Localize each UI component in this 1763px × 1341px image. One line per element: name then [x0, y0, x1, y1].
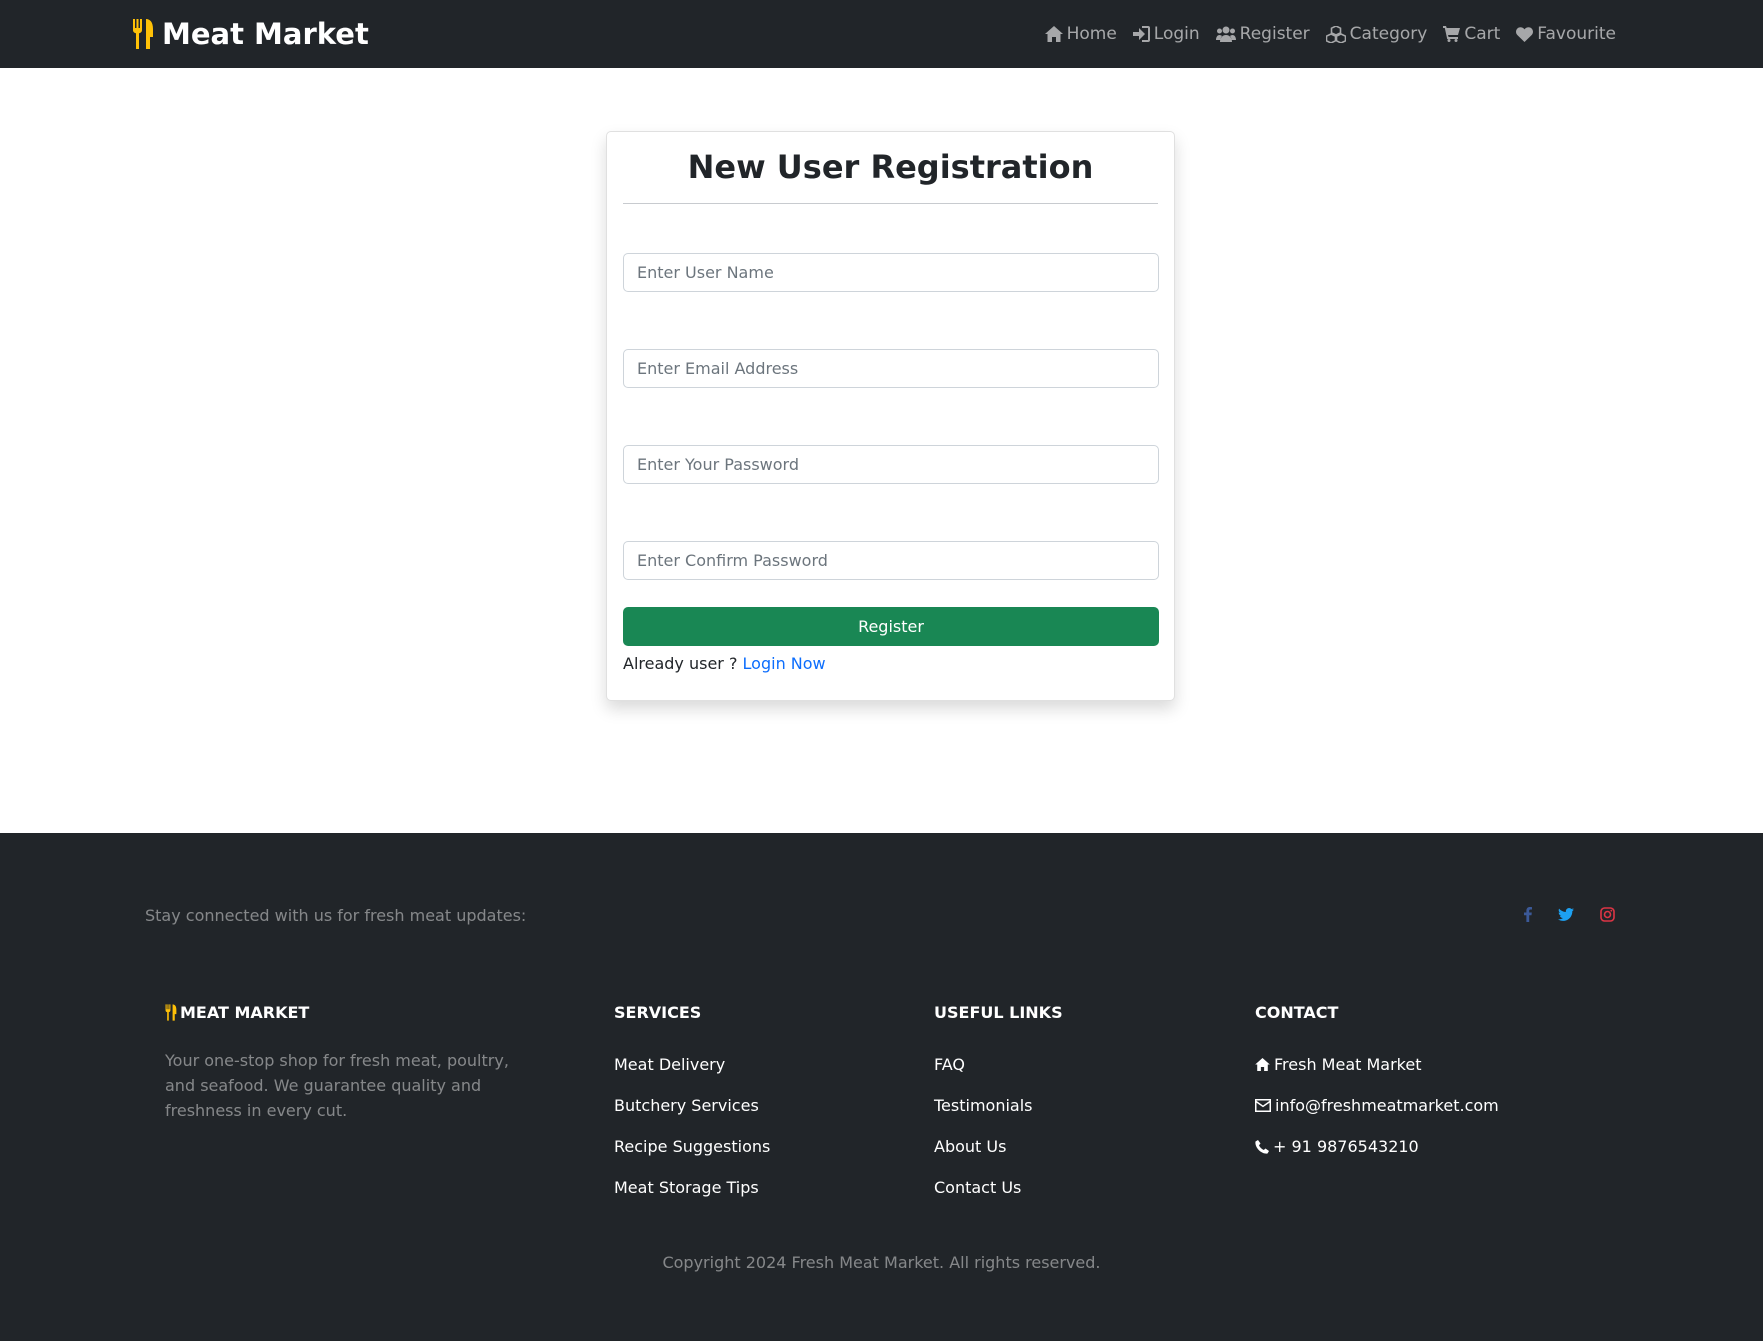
users-icon: [1215, 26, 1236, 42]
footer-contact-column: CONTACT Fresh Meat Market info@freshmeat…: [1255, 1003, 1499, 1167]
contact-address: Fresh Meat Market: [1255, 1044, 1499, 1085]
social-links: [1524, 907, 1615, 922]
useful-link[interactable]: FAQ: [934, 1055, 965, 1074]
footer-brand-name: MEAT MARKET: [180, 1003, 310, 1022]
twitter-link[interactable]: [1558, 908, 1574, 921]
stay-connected-text: Stay connected with us for fresh meat up…: [145, 906, 527, 925]
footer-about-column: MEAT MARKET Your one-stop shop for fresh…: [165, 1003, 510, 1123]
footer: Stay connected with us for fresh meat up…: [0, 833, 1763, 1341]
register-button[interactable]: Register: [623, 607, 1159, 646]
contact-list: Fresh Meat Market info@freshmeatmarket.c…: [1255, 1044, 1499, 1167]
password-input[interactable]: [623, 445, 1159, 484]
nav-login-label: Login: [1153, 24, 1200, 44]
contact-email-text: info@freshmeatmarket.com: [1275, 1096, 1499, 1115]
list-item: Meat Storage Tips: [614, 1167, 770, 1208]
brand-link[interactable]: Meat Market: [132, 17, 369, 51]
main-content: New User Registration Register Already u…: [0, 68, 1763, 833]
useful-link[interactable]: About Us: [934, 1137, 1006, 1156]
contact-email: info@freshmeatmarket.com: [1255, 1085, 1499, 1126]
list-item: Testimonials: [934, 1085, 1063, 1126]
already-user-text: Already user ? Login Now: [623, 654, 826, 673]
nav-favourite[interactable]: Favourite: [1516, 24, 1616, 44]
services-title: SERVICES: [614, 1003, 702, 1022]
home-icon: [1255, 1058, 1270, 1071]
facebook-link[interactable]: [1524, 907, 1532, 922]
list-item: FAQ: [934, 1044, 1063, 1085]
instagram-icon: [1600, 907, 1615, 922]
instagram-link[interactable]: [1600, 907, 1615, 922]
nav-home[interactable]: Home: [1044, 24, 1117, 44]
list-item: Meat Delivery: [614, 1044, 770, 1085]
utensils-icon: [165, 1004, 177, 1021]
nav-login[interactable]: Login: [1132, 24, 1200, 44]
login-now-link[interactable]: Login Now: [743, 654, 826, 673]
nav-category[interactable]: Category: [1325, 24, 1428, 44]
email-input[interactable]: [623, 349, 1159, 388]
brand-name: Meat Market: [162, 17, 369, 51]
heart-icon: [1516, 26, 1534, 42]
username-input[interactable]: [623, 253, 1159, 292]
service-link[interactable]: Meat Storage Tips: [614, 1178, 759, 1197]
service-link[interactable]: Meat Delivery: [614, 1055, 725, 1074]
list-item: Recipe Suggestions: [614, 1126, 770, 1167]
useful-links-title: USEFUL LINKS: [934, 1003, 1063, 1022]
already-user-label: Already user ?: [623, 654, 738, 673]
contact-phone-text: + 91 9876543210: [1273, 1137, 1419, 1156]
nav-register-label: Register: [1239, 24, 1310, 44]
footer-brand-title: MEAT MARKET: [165, 1003, 510, 1022]
nav-cart[interactable]: Cart: [1443, 24, 1500, 44]
facebook-icon: [1524, 907, 1532, 922]
contact-title: CONTACT: [1255, 1003, 1339, 1022]
nav-cart-label: Cart: [1464, 24, 1501, 44]
footer-useful-links-column: USEFUL LINKS FAQ Testimonials About Us C…: [934, 1003, 1063, 1208]
useful-link[interactable]: Testimonials: [934, 1096, 1033, 1115]
footer-about-text: Your one-stop shop for fresh meat, poult…: [165, 1051, 509, 1120]
page-title: New User Registration: [623, 132, 1158, 204]
services-list: Meat Delivery Butchery Services Recipe S…: [614, 1044, 770, 1208]
sign-in-icon: [1132, 26, 1150, 42]
nav-home-label: Home: [1066, 24, 1117, 44]
useful-links-list: FAQ Testimonials About Us Contact Us: [934, 1044, 1063, 1208]
service-link[interactable]: Butchery Services: [614, 1096, 759, 1115]
navbar: Meat Market Home Login Register Category…: [0, 0, 1763, 68]
nav-category-label: Category: [1349, 24, 1428, 44]
useful-link[interactable]: Contact Us: [934, 1178, 1021, 1197]
contact-address-text: Fresh Meat Market: [1274, 1055, 1422, 1074]
footer-services-column: SERVICES Meat Delivery Butchery Services…: [614, 1003, 770, 1208]
cart-icon: [1443, 26, 1461, 42]
list-item: Contact Us: [934, 1167, 1063, 1208]
home-icon: [1044, 26, 1063, 42]
confirm-password-input[interactable]: [623, 541, 1159, 580]
list-item: Butchery Services: [614, 1085, 770, 1126]
registration-card: New User Registration Register Already u…: [606, 131, 1175, 701]
nav-favourite-label: Favourite: [1537, 24, 1616, 44]
service-link[interactable]: Recipe Suggestions: [614, 1137, 770, 1156]
list-item: About Us: [934, 1126, 1063, 1167]
phone-icon: [1255, 1139, 1269, 1154]
nav-links: Home Login Register Category Cart Favour…: [1044, 24, 1616, 44]
cubes-icon: [1325, 25, 1346, 43]
twitter-icon: [1558, 908, 1574, 921]
nav-register[interactable]: Register: [1215, 24, 1310, 44]
copyright-text: Copyright 2024 Fresh Meat Market. All ri…: [662, 1253, 1101, 1272]
envelope-icon: [1255, 1099, 1271, 1112]
contact-phone: + 91 9876543210: [1255, 1126, 1499, 1167]
utensils-icon: [132, 19, 156, 49]
